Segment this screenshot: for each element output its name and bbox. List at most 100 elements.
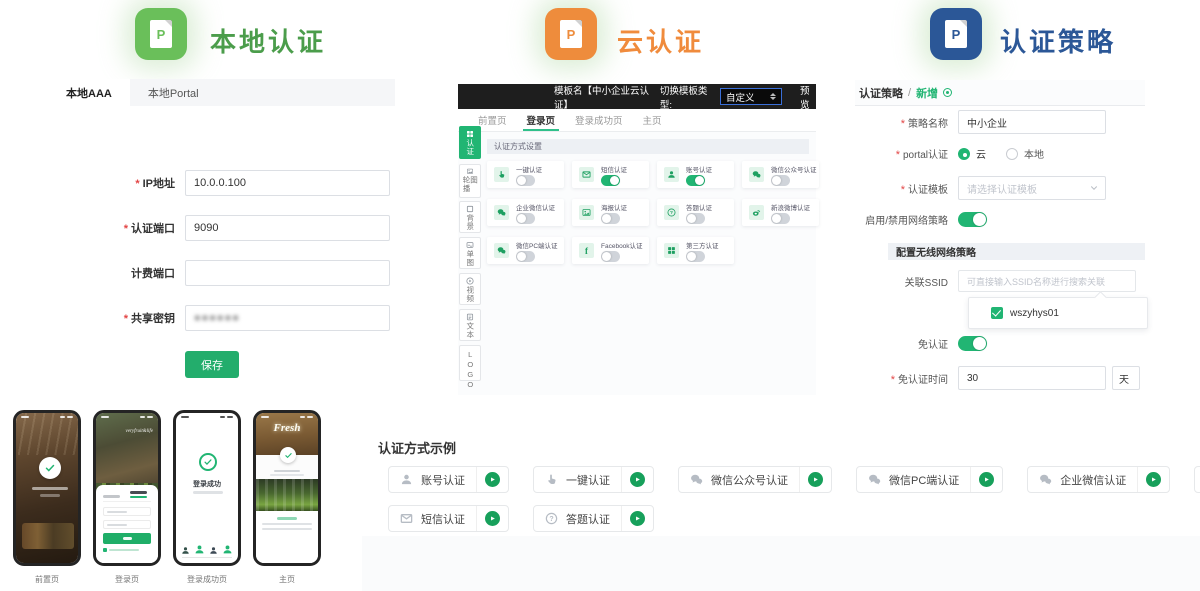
- image-icon: [579, 205, 594, 220]
- success-check-icon: [199, 453, 217, 471]
- status-bar: [256, 416, 318, 419]
- preview-button[interactable]: 预览: [800, 83, 816, 111]
- free-auth-time-unit-select[interactable]: 天: [1112, 366, 1140, 390]
- acct-port-label: 计费端口: [45, 265, 185, 281]
- sidebar-item-auth[interactable]: 认证: [459, 126, 481, 159]
- acct-port-input[interactable]: [185, 260, 390, 286]
- doc-page-icon: P: [150, 20, 172, 48]
- free-auth-time-input[interactable]: 30: [958, 366, 1106, 390]
- weibo-toggle[interactable]: [771, 213, 790, 224]
- example-sms-auth[interactable]: 短信认证: [388, 505, 509, 532]
- play-button[interactable]: [800, 472, 831, 487]
- agree-checkbox[interactable]: [103, 548, 107, 552]
- facebook-toggle[interactable]: [601, 251, 620, 262]
- secret-label: *共享密钥: [45, 310, 185, 326]
- user-icon: [664, 167, 679, 182]
- text-placeholder: [274, 470, 300, 473]
- account-toggle[interactable]: [686, 175, 705, 186]
- sidebar-item-background[interactable]: 背景: [459, 201, 481, 233]
- sidebar-item-video[interactable]: 视频: [459, 273, 481, 305]
- radio-local[interactable]: [1006, 148, 1018, 160]
- example-wechat-official-auth[interactable]: 微信公众号认证: [678, 466, 832, 493]
- sidebar-item-single-image[interactable]: 单图: [459, 237, 481, 269]
- policy-name-input[interactable]: 中小企业: [958, 110, 1106, 134]
- pin-icon: [943, 88, 952, 97]
- sidebar-item-carousel[interactable]: 轮播图: [459, 164, 481, 198]
- free-auth-time-row: *免认证时间 30 天: [853, 366, 1140, 390]
- sidebar-item-text[interactable]: 文本: [459, 309, 481, 341]
- wechat-icon: [868, 473, 881, 486]
- onekey-toggle[interactable]: [516, 175, 535, 186]
- weibo-icon: [749, 205, 764, 220]
- phone-home-page: Fresh: [253, 410, 321, 566]
- ssid-option-label[interactable]: wszyhys01: [1010, 308, 1059, 319]
- example-onekey-auth[interactable]: 一键认证: [533, 466, 654, 493]
- examples-row-1: 账号认证 一键认证 微信公众号认证 微信PC端认证 企业微信认证: [388, 466, 1200, 493]
- phone-caption: 前置页: [13, 574, 81, 585]
- tab-pre-page[interactable]: 前置页: [478, 109, 507, 131]
- tab-login-page[interactable]: 登录页: [527, 109, 556, 131]
- page: P 本地认证 P 云认证 P 认证策略 本地AAA 本地Portal *IP地址…: [0, 0, 1200, 591]
- template-type-select[interactable]: 自定义: [720, 88, 782, 105]
- auth-method-section-header: 认证方式设置: [487, 139, 809, 154]
- play-button[interactable]: [622, 511, 653, 526]
- login-tab-active[interactable]: [130, 491, 147, 498]
- radio-local-label[interactable]: 本地: [1024, 146, 1044, 161]
- cloud-auth-title: 云认证: [617, 22, 704, 59]
- example-account-auth[interactable]: 账号认证: [388, 466, 509, 493]
- play-button[interactable]: [971, 472, 1002, 487]
- tab-home-page[interactable]: 主页: [643, 109, 662, 131]
- text-placeholder: [262, 528, 312, 530]
- policy-icon: P: [930, 8, 982, 60]
- example-wechat-pc-auth[interactable]: 微信PC端认证: [856, 466, 1003, 493]
- fresh-sign-text: Fresh: [256, 422, 318, 434]
- breadcrumb-current: 新增: [916, 85, 938, 101]
- quiz-toggle[interactable]: [686, 213, 705, 224]
- play-button[interactable]: [1138, 472, 1169, 487]
- password-field[interactable]: [103, 520, 151, 529]
- sms-toggle[interactable]: [601, 175, 620, 186]
- wifi-logo: [39, 457, 61, 479]
- ssid-checkbox-checked[interactable]: [991, 307, 1003, 319]
- play-button[interactable]: [477, 472, 508, 487]
- auth-port-input[interactable]: 9090: [185, 215, 390, 241]
- example-quiz-auth[interactable]: 答题认证: [533, 505, 654, 532]
- ssid-search-input[interactable]: 可直接输入SSID名称进行搜索关联: [958, 270, 1136, 292]
- enable-policy-toggle[interactable]: [958, 212, 987, 227]
- wechat-official-toggle[interactable]: [771, 175, 790, 186]
- save-button[interactable]: 保存: [185, 351, 239, 378]
- play-button[interactable]: [622, 472, 653, 487]
- radio-cloud-label[interactable]: 云: [976, 146, 986, 161]
- tab-local-portal[interactable]: 本地Portal: [130, 79, 217, 106]
- people-illustration: [176, 544, 238, 555]
- phone-login-success-page: 登录成功: [173, 410, 241, 566]
- question-icon: [664, 205, 679, 220]
- secret-input[interactable]: ●●●●●●: [185, 305, 390, 331]
- question-icon: [545, 512, 558, 525]
- ip-input[interactable]: 10.0.0.100: [185, 170, 390, 196]
- poster-toggle[interactable]: [601, 213, 620, 224]
- square-icon: [466, 205, 474, 213]
- examples-heading: 认证方式示例: [378, 438, 456, 457]
- wechat-pc-toggle[interactable]: [516, 251, 535, 262]
- wecom-toggle[interactable]: [516, 213, 535, 224]
- login-tab[interactable]: [103, 495, 120, 498]
- thirdparty-toggle[interactable]: [686, 251, 705, 262]
- switch-type-label: 切换模板类型:: [660, 83, 710, 111]
- login-card: [96, 485, 158, 563]
- auth-template-select[interactable]: 请选择认证模板: [958, 176, 1106, 200]
- status-bar: [176, 416, 238, 419]
- phone-pre-page: [13, 410, 81, 566]
- example-wecom-auth[interactable]: 企业微信认证: [1027, 466, 1170, 493]
- free-auth-toggle[interactable]: [958, 336, 987, 351]
- radio-cloud[interactable]: [958, 148, 970, 160]
- example-weibo-auth[interactable]: 新浪微博认证: [1194, 466, 1200, 493]
- play-button[interactable]: [477, 511, 508, 526]
- sidebar-item-logo[interactable]: LOGO: [459, 345, 481, 381]
- tab-login-success-page[interactable]: 登录成功页: [575, 109, 623, 131]
- breadcrumb-root[interactable]: 认证策略: [859, 85, 903, 101]
- login-button[interactable]: [103, 533, 151, 544]
- login-tabs: [103, 491, 151, 502]
- username-field[interactable]: [103, 507, 151, 516]
- tab-local-aaa[interactable]: 本地AAA: [48, 79, 130, 106]
